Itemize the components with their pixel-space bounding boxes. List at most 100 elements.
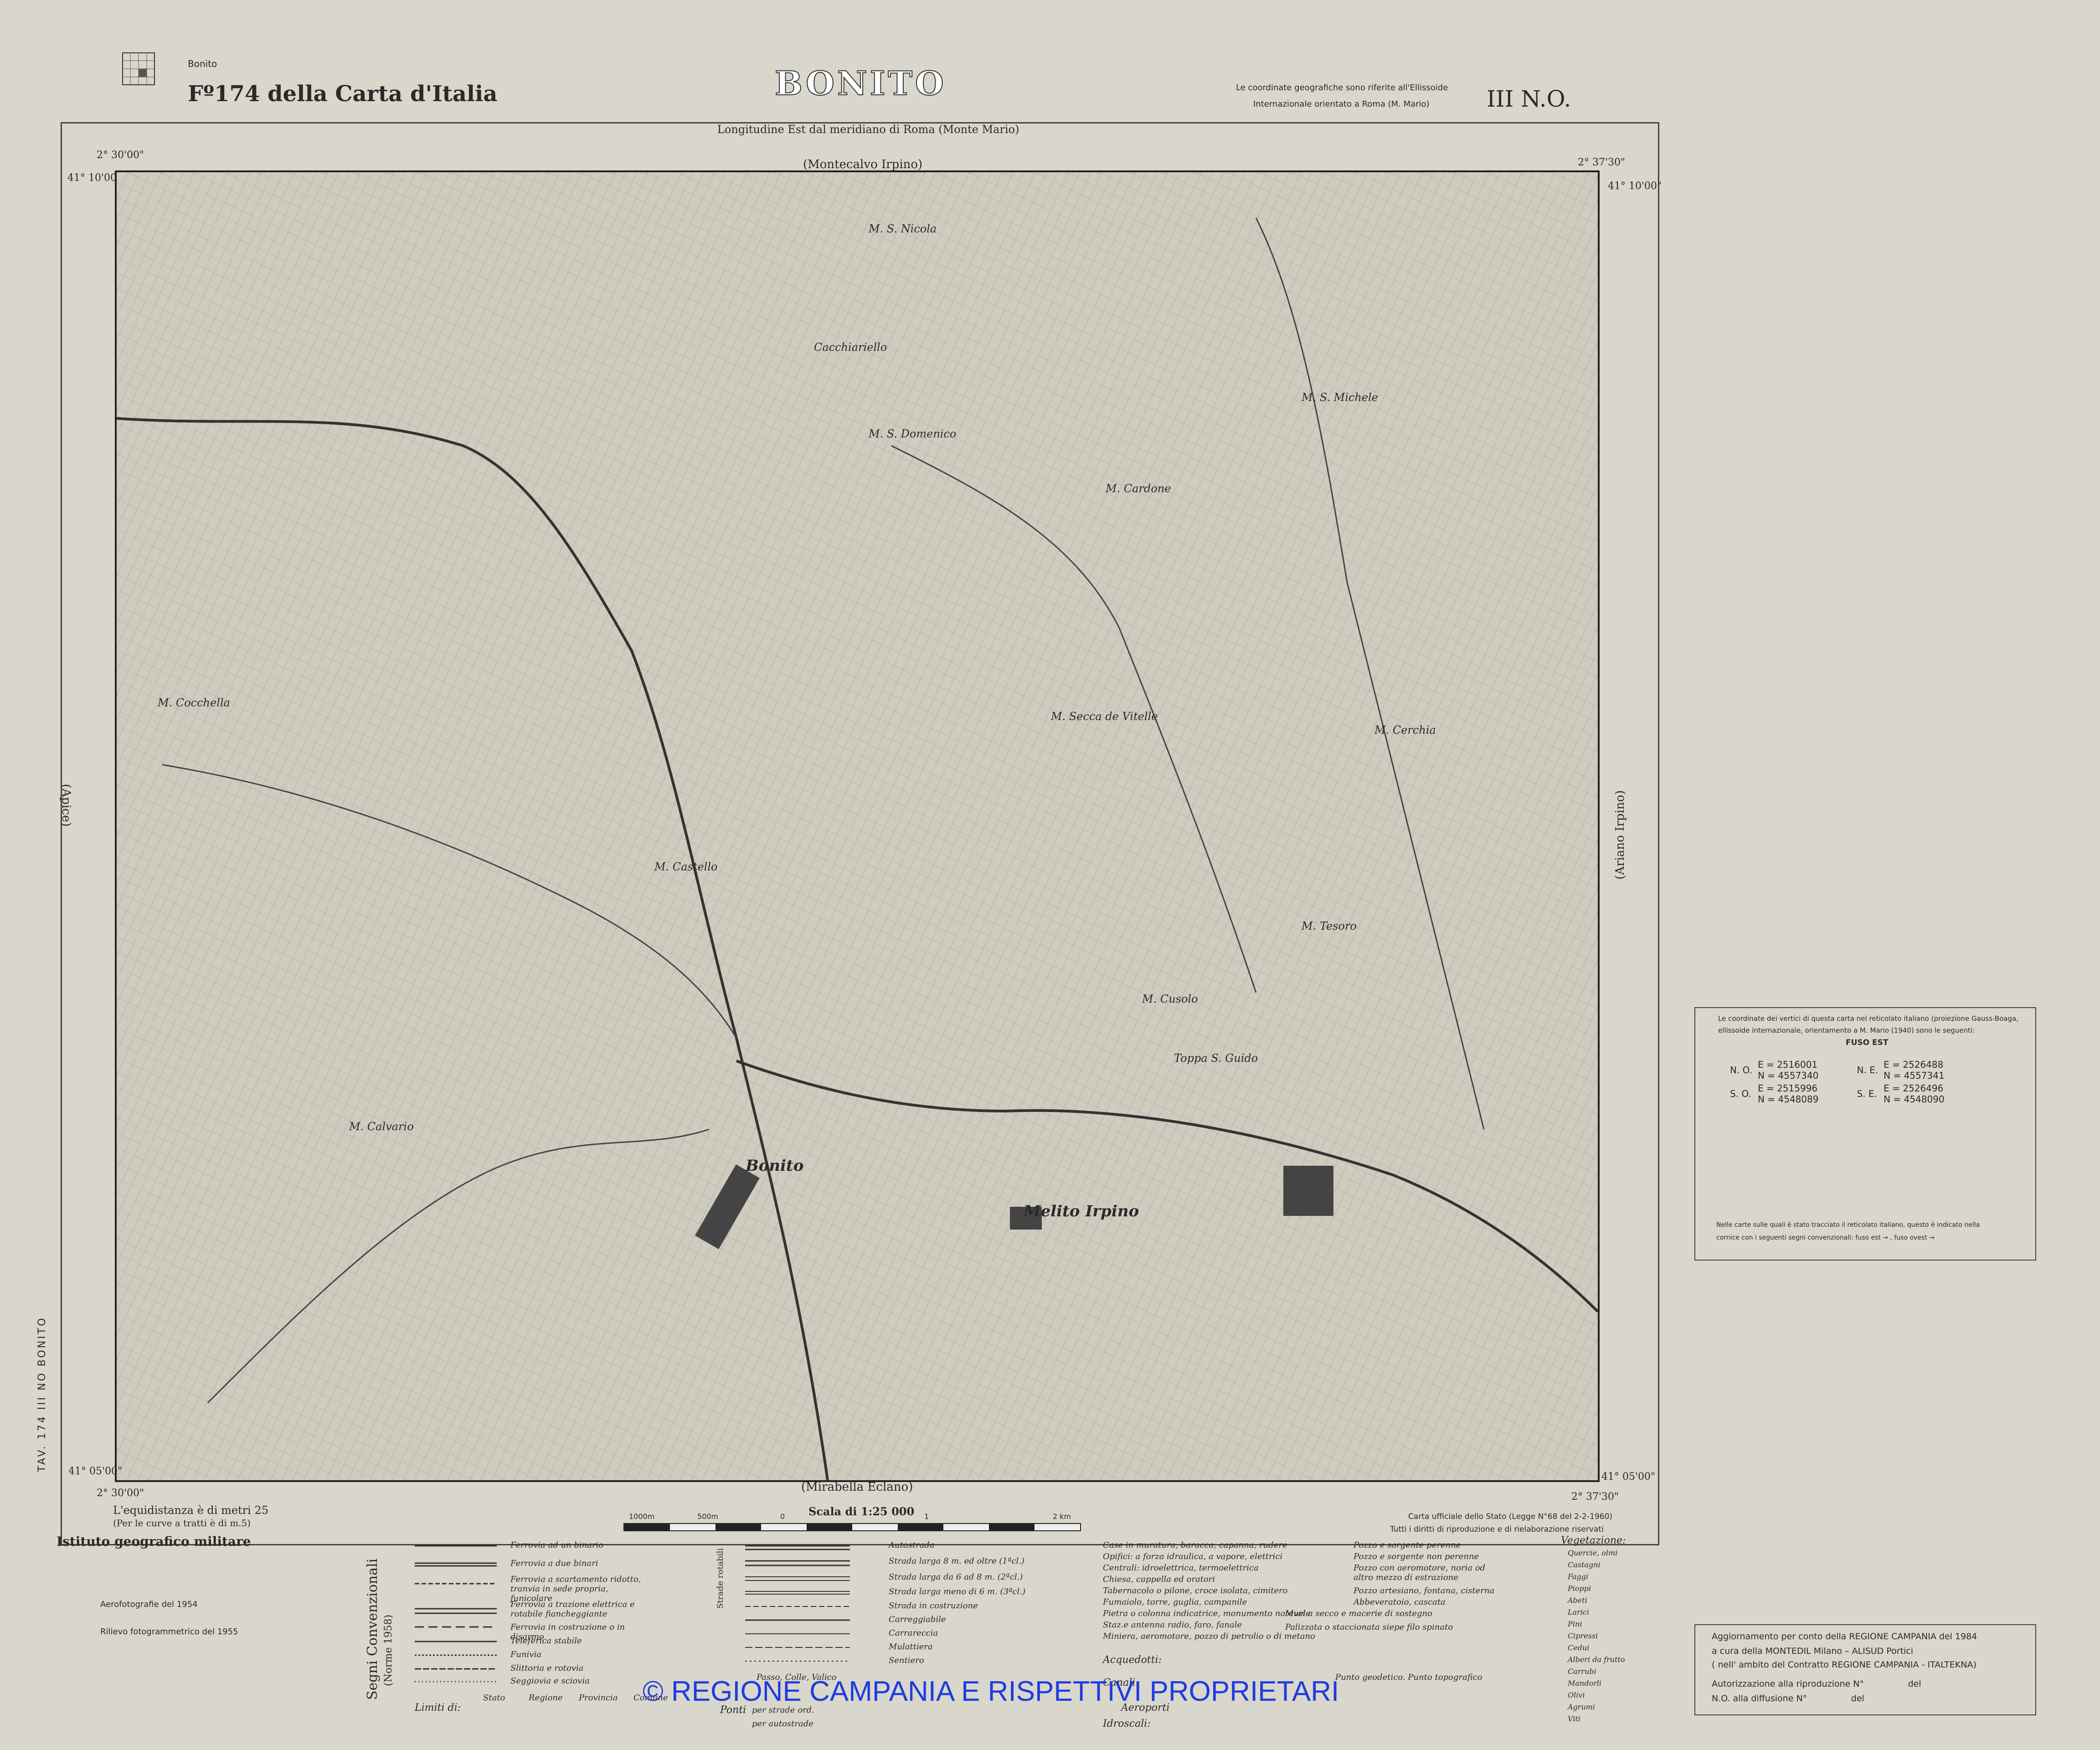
legend-water-6: Palizzata o staccionata siepe filo spina… — [1285, 1622, 1453, 1632]
coord-e: E = 2516001 — [1757, 1059, 1818, 1070]
aerial: Aerofotografie del 1954 — [100, 1600, 198, 1609]
legend-road-1: Strada larga 8 m. ed oltre (1ªcl.) — [889, 1556, 1024, 1566]
ellipsoid-note-2: Internazionale orientato a Roma (M. Mari… — [1253, 99, 1430, 109]
sheet-title: Fº174 della Carta d'Italia — [188, 81, 498, 107]
update-line-1: Aggiornamento per conto della REGIONE CA… — [1712, 1632, 1977, 1642]
legend-veg-6: Pini — [1568, 1620, 1582, 1628]
place-m-calvario: M. Calvario — [349, 1120, 414, 1133]
coord-footer-2: cornice con i seguenti segni convenziona… — [1716, 1234, 1935, 1241]
legend-roads-label: Strade rotabili — [715, 1548, 725, 1609]
legend-road-2: Strada larga da 6 ad 8 m. (2ªcl.) — [889, 1572, 1023, 1582]
place-m-cusolo: M. Cusolo — [1142, 993, 1198, 1005]
legend: Segni Convenzionali (Norme 1958) Ferrovi… — [365, 1535, 1632, 1741]
top-right-lat: 41° 10'00" — [1608, 180, 1662, 192]
legend-limits-label: Limiti di: — [415, 1702, 461, 1714]
legend-rail-6: Funivia — [510, 1650, 542, 1659]
coord-table: N. O. E = 2516001 N = 4557340 N. E. E = 2… — [1727, 1058, 1947, 1106]
legend-road-0: Autostrada — [889, 1540, 935, 1550]
legend-veg-14: Viti — [1568, 1714, 1580, 1723]
update-line-2: a cura della MONTEDIL Milano – ALISUD Po… — [1712, 1646, 1914, 1656]
legend-rail-0: Ferrovia ad un binario — [510, 1540, 604, 1550]
legend-road-6: Carrareccia — [889, 1628, 938, 1638]
top-left-lon: 2° 30'00" — [97, 149, 144, 161]
legend-limit-2: Provincia — [579, 1693, 618, 1703]
institute: Istituto geografico militare — [57, 1534, 251, 1549]
coord-intro-2: ellissoide internazionale, orientamento … — [1718, 1026, 1975, 1035]
longitude-note: Longitudine Est dal meridiano di Roma (M… — [717, 123, 1019, 136]
scale-tick-1: 1 — [924, 1512, 929, 1521]
legend-road-7: Mulattiera — [889, 1642, 933, 1652]
bottom-left-lat: 41° 05'00" — [68, 1466, 123, 1477]
legend-water-4: Abbeveratoio, cascata — [1354, 1597, 1446, 1607]
coord-row: N. O. E = 2516001 N = 4557340 N. E. E = 2… — [1727, 1058, 1947, 1082]
dashed-note: (Per le curve a tratti è di m.5) — [113, 1518, 251, 1529]
update-box: Aggiornamento per conto della REGIONE CA… — [1694, 1624, 2036, 1715]
coord-n: N = 4557340 — [1757, 1070, 1819, 1081]
legend-veg-8: Cedui — [1568, 1643, 1590, 1652]
quadrant: III N.O. — [1487, 86, 1571, 112]
update-line-3: ( nell' ambito del Contratto REGIONE CAM… — [1712, 1660, 1976, 1670]
coord-e2: E = 2526488 — [1884, 1059, 1944, 1070]
legend-water-3: Pozzo artesiano, fontana, cisterna — [1354, 1586, 1495, 1596]
bottom-right-lon: 2° 37'30" — [1571, 1491, 1619, 1503]
legend-building-0: Case in muratura, baracca, capanna, rude… — [1103, 1540, 1287, 1550]
legend-veg-3: Pioppi — [1568, 1584, 1591, 1593]
river-main — [117, 417, 829, 1480]
legend-rail-1: Ferrovia a due binari — [510, 1559, 598, 1568]
scale-tick-1000m: 1000m — [629, 1512, 655, 1521]
legend-water-0: Pozzo e sorgente perenne — [1354, 1540, 1461, 1550]
legend-water-5: Muri a secco e macerie di sostegno — [1285, 1609, 1432, 1618]
legend-water-2: Pozzo con aeromotore, noria od altro mez… — [1354, 1563, 1486, 1582]
legend-limit-0: Stato — [483, 1693, 505, 1703]
place-m-s-nicola: M. S. Nicola — [869, 222, 937, 235]
coord-footer-1: Nelle carte sulle quali è stato tracciat… — [1716, 1221, 1980, 1229]
coord-n2: N = 4548090 — [1884, 1094, 1945, 1105]
scale-bar — [623, 1523, 1081, 1531]
legend-veg-5: Larici — [1568, 1608, 1590, 1616]
legend-rail-3: Ferrovia a trazione elettrica e rotabile… — [510, 1600, 635, 1619]
legend-road-8: Sentiero — [889, 1656, 924, 1665]
legend-bridge-1: per autostrade — [752, 1719, 813, 1729]
place-m-cocchella: M. Cocchella — [158, 696, 230, 709]
coord-n: N = 4548089 — [1757, 1094, 1819, 1105]
coord-corner: N. O. — [1730, 1065, 1752, 1076]
legend-rail-symbols — [415, 1545, 497, 1683]
legend-veg-1: Castagni — [1568, 1560, 1601, 1569]
place-bonito: Bonito — [746, 1157, 804, 1175]
coord-n2: N = 4557341 — [1884, 1070, 1945, 1081]
scale-tick-500m: 500m — [697, 1512, 719, 1521]
side-sheet-label: TAV. 174 III NO BONITO — [36, 1316, 48, 1472]
coord-row: S. O. E = 2515996 N = 4548089 S. E. E = 2… — [1727, 1082, 1947, 1106]
south-neighbor: (Mirabella Eclano) — [801, 1480, 913, 1494]
coord-e: E = 2515996 — [1757, 1083, 1818, 1094]
legend-road-4: Strada in costruzione — [889, 1601, 978, 1611]
legend-rail-5: Teleferica stabile — [510, 1636, 582, 1646]
legend-veg-12: Olivi — [1568, 1691, 1585, 1699]
official-line-2: Tutti i diritti di riproduzione e di rie… — [1390, 1525, 1604, 1534]
north-neighbor: (Montecalvo Irpino) — [803, 158, 923, 171]
legend-rail-7: Slittoria e rotovia — [510, 1663, 584, 1673]
scale-title: Scala di 1:25 000 — [808, 1505, 915, 1518]
east-neighbor: (Ariano Irpino) — [1613, 790, 1627, 880]
place-m-s-michele: M. S. Michele — [1302, 391, 1378, 404]
update-line-5: N.O. alla diffusione N° del — [1712, 1693, 1864, 1704]
legend-vegetation-label: Vegetazione: — [1561, 1535, 1626, 1546]
update-line-4: Autorizzazione alla riproduzione N° del — [1712, 1679, 1921, 1689]
scale-tick-2km: 2 km — [1053, 1512, 1071, 1521]
place-toppa-s-guido: Toppa S. Guido — [1174, 1052, 1258, 1065]
place-m-secca-vitelle: M. Secca de Vitelle — [1051, 710, 1158, 723]
map-name: BONITO — [774, 63, 947, 103]
index-grid-icon — [122, 52, 155, 85]
legend-building-8: Miniera, aeromotore, pozzo di petrolio o… — [1103, 1632, 1315, 1641]
legend-road-symbols — [745, 1545, 850, 1662]
legend-building-2: Centrali: idroelettrica, termoelettrica — [1103, 1563, 1259, 1573]
legend-water-1: Pozzo e sorgente non perenne — [1354, 1552, 1479, 1561]
coord-corner2: S. E. — [1857, 1088, 1877, 1099]
legend-building-3: Chiesa, cappella ed oratori — [1103, 1575, 1215, 1584]
legend-road-5: Carreggiabile — [889, 1615, 946, 1624]
topographic-map[interactable]: Bonito Melito Irpino M. S. Nicola Cacchi… — [115, 170, 1600, 1482]
survey: Rilievo fotogrammetrico del 1955 — [100, 1627, 238, 1637]
legend-rail-8: Seggiovia e sciovia — [510, 1676, 590, 1686]
legend-building-1: Opifici: a forza idraulica, a vapore, el… — [1103, 1552, 1283, 1561]
legend-seaplanes: Idroscali: — [1103, 1718, 1151, 1729]
